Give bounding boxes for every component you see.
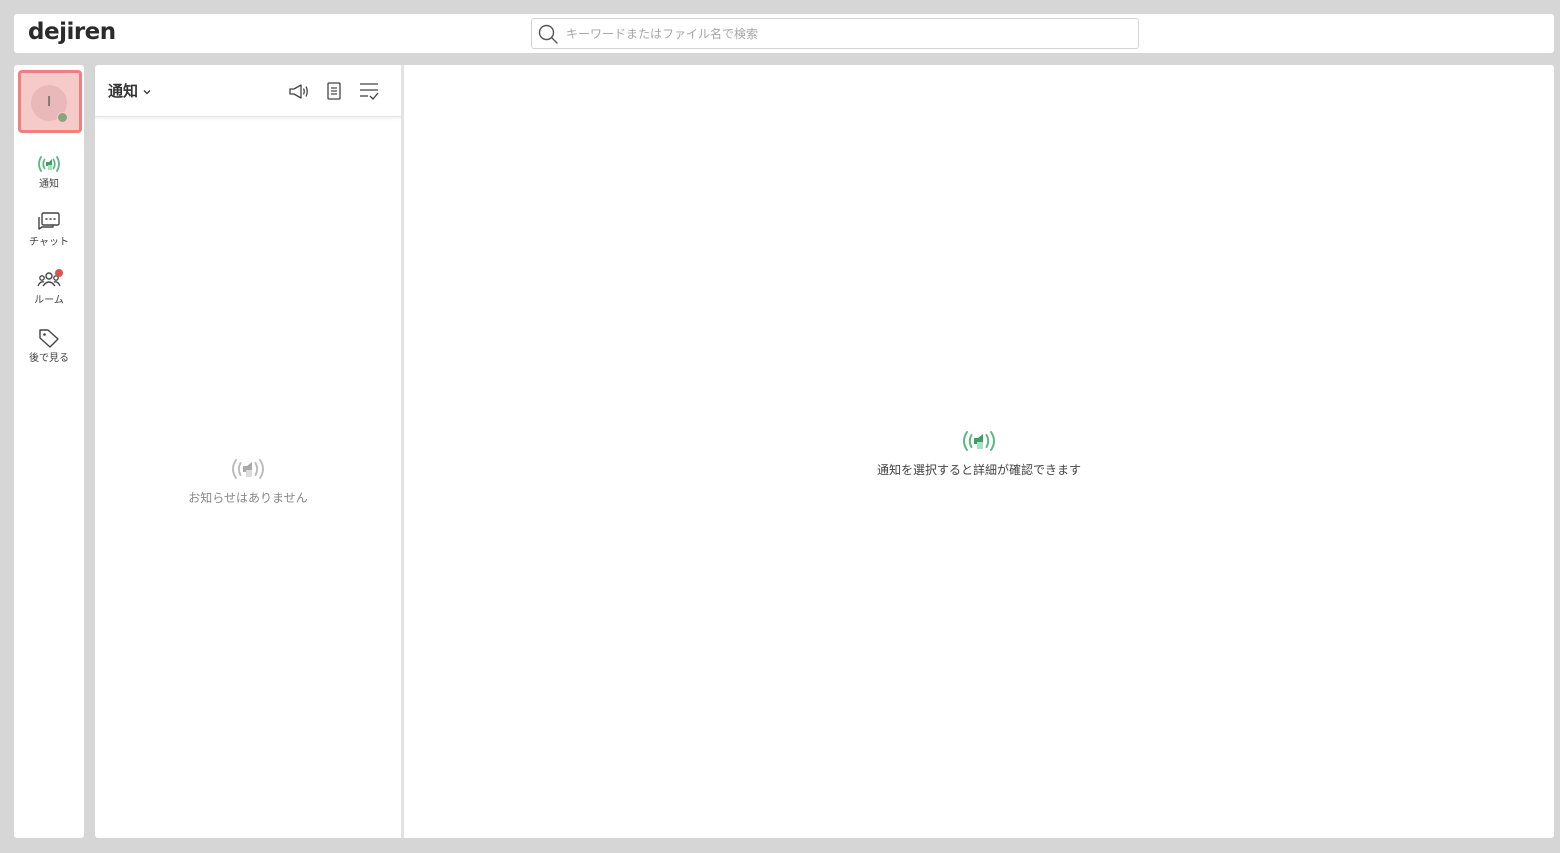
sidebar-item-chat[interactable]: チャット: [14, 211, 84, 261]
search-box[interactable]: [531, 18, 1139, 49]
sidebar-item-label: ルーム: [34, 295, 64, 306]
sidebar-item-rooms[interactable]: ルーム: [14, 269, 84, 319]
chat-icon: [38, 212, 60, 230]
tag-icon: [39, 329, 59, 348]
empty-list-text: お知らせはありません: [188, 491, 308, 505]
list-title: 通知: [108, 82, 139, 100]
sidebar-item-watch-later[interactable]: 後で見る: [14, 327, 84, 377]
document-icon[interactable]: [322, 79, 346, 103]
list-header: 通知: [95, 65, 401, 117]
sidebar-item-label: 通知: [39, 179, 59, 190]
sidebar: I 通知 チャット ルーム 後で見る: [14, 65, 84, 838]
broadcast-icon: [232, 459, 264, 479]
notification-detail-panel: 通知を選択すると詳細が確認できます: [404, 65, 1554, 838]
list-filter-dropdown[interactable]: 通知: [108, 80, 152, 101]
user-avatar-button[interactable]: I: [18, 70, 82, 133]
megaphone-icon[interactable]: [287, 79, 311, 103]
sidebar-item-label: 後で見る: [29, 353, 69, 364]
app-logo[interactable]: dejiren: [28, 19, 116, 45]
sidebar-item-label: チャット: [29, 237, 69, 248]
broadcast-icon: [963, 431, 995, 451]
mark-all-read-icon[interactable]: [357, 79, 381, 103]
detail-empty-state: 通知を選択すると詳細が確認できます: [404, 427, 1554, 478]
notification-badge: [55, 269, 63, 277]
empty-state: お知らせはありません: [95, 455, 401, 506]
search-icon: [538, 24, 558, 44]
broadcast-icon: [38, 156, 60, 172]
chevron-down-icon: [143, 89, 151, 94]
sidebar-item-notifications[interactable]: 通知: [14, 153, 84, 203]
detail-empty-text: 通知を選択すると詳細が確認できます: [876, 463, 1081, 477]
search-input[interactable]: [566, 23, 1126, 45]
notification-list-panel: 通知 お知らせはありません: [95, 65, 401, 838]
presence-indicator: [57, 112, 68, 123]
top-bar: dejiren: [14, 14, 1554, 53]
